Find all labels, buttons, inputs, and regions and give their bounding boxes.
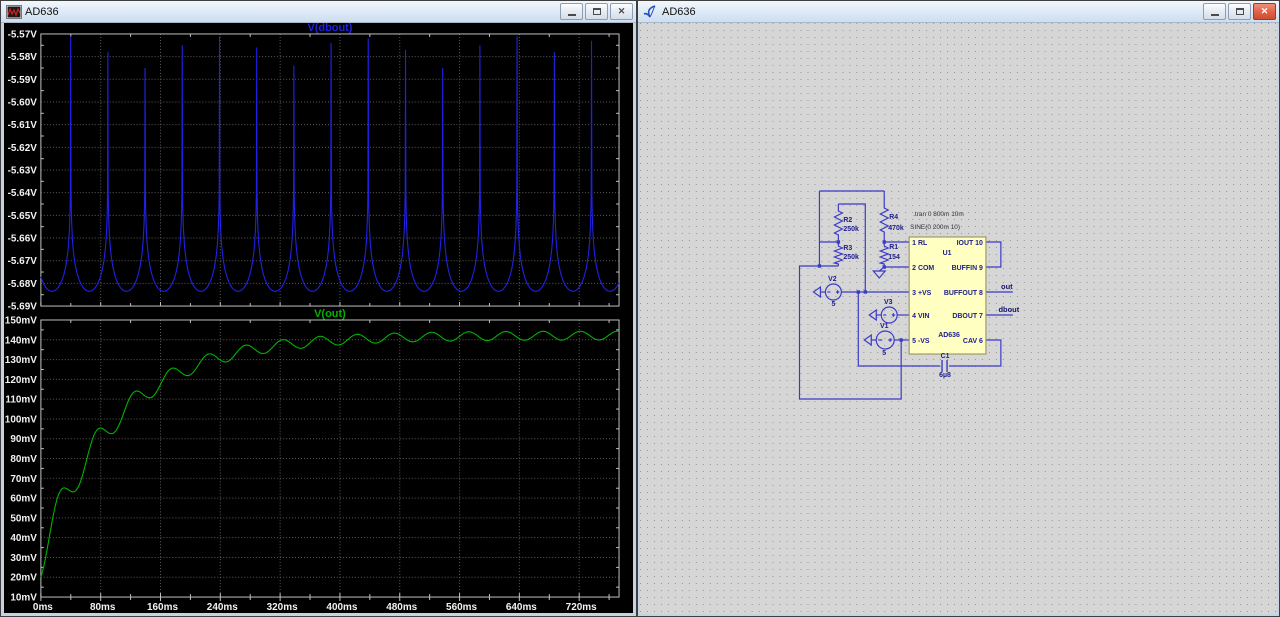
svg-text:-5.63V: -5.63V bbox=[8, 165, 38, 176]
pin-10-iout: IOUT 10 bbox=[957, 240, 983, 247]
svg-text:40mV: 40mV bbox=[10, 533, 37, 544]
svg-text:80ms: 80ms bbox=[90, 602, 116, 613]
close-button[interactable]: ✕ bbox=[610, 3, 633, 20]
svg-text:100mV: 100mV bbox=[5, 414, 37, 425]
gridlines bbox=[40, 33, 620, 307]
svg-text:-5.67V: -5.67V bbox=[8, 256, 38, 267]
minimize-button[interactable] bbox=[560, 3, 583, 20]
r4-value: 470k bbox=[888, 225, 904, 232]
svg-text:400ms: 400ms bbox=[326, 602, 357, 613]
svg-text:140mV: 140mV bbox=[5, 335, 37, 346]
waveform-window-titlebar[interactable]: AD636 ✕ bbox=[1, 1, 636, 23]
minimize-button[interactable] bbox=[1203, 3, 1226, 20]
svg-text:110mV: 110mV bbox=[5, 395, 37, 406]
svg-text:160ms: 160ms bbox=[147, 602, 178, 613]
trace-vdbout bbox=[40, 36, 620, 292]
r3-value: 250k bbox=[843, 254, 859, 261]
waveform-canvas[interactable]: -5.57V -5.58V -5.59V -5.60V -5.61V -5.62V -5.6… bbox=[4, 23, 633, 613]
pane-title: V(out) bbox=[314, 308, 346, 320]
pin-9-buffin: BUFFIN 9 bbox=[952, 265, 983, 272]
pin-1-rl: 1 RL bbox=[912, 240, 928, 247]
c1-ref: C1 bbox=[941, 353, 950, 360]
v2-ref: V2 bbox=[828, 276, 837, 283]
svg-text:-5.64V: -5.64V bbox=[8, 188, 38, 199]
r2-value: 250k bbox=[843, 226, 859, 233]
source-value-sine: SINE(0 200m 10) bbox=[910, 224, 960, 231]
v3-ref: V3 bbox=[884, 299, 893, 306]
spice-directive-tran: .tran 0 800m 10m bbox=[913, 211, 964, 218]
schematic-window: AD636 ✕ .tran 0 800m 10m SINE(0 200m 10)… bbox=[637, 0, 1280, 617]
svg-text:-5.65V: -5.65V bbox=[8, 211, 38, 222]
pin-8-buffout: BUFFOUT 8 bbox=[944, 290, 983, 297]
svg-text:-5.62V: -5.62V bbox=[8, 143, 38, 154]
waveform-window-title: AD636 bbox=[25, 5, 59, 18]
maximize-button[interactable] bbox=[1228, 3, 1251, 20]
svg-text:70mV: 70mV bbox=[10, 474, 37, 485]
trace-vout bbox=[40, 330, 620, 578]
axis-labels: -5.57V -5.58V -5.59V -5.60V -5.61V -5.62V -5.6… bbox=[8, 29, 38, 312]
waveform-plot-area[interactable]: -5.57V -5.58V -5.59V -5.60V -5.61V -5.62V -5.6… bbox=[4, 23, 633, 613]
pane-title: V(dbout) bbox=[307, 23, 352, 34]
svg-text:90mV: 90mV bbox=[10, 434, 37, 445]
schematic-canvas[interactable]: .tran 0 800m 10m SINE(0 200m 10) R2 250k… bbox=[640, 23, 1277, 614]
svg-text:640ms: 640ms bbox=[506, 602, 537, 613]
plot-pane-vout[interactable]: 150mV 140mV 130mV 120mV 110mV 100mV 90mV 80mV 70… bbox=[5, 308, 620, 613]
ltspice-workspace: AD636 ✕ -5.57V -5.58V -5.59V -5.60V -5.61V -5… bbox=[0, 0, 1280, 617]
r4-ref: R4 bbox=[889, 214, 898, 221]
pin-3-vs-plus: 3 +VS bbox=[912, 290, 931, 297]
pin-4-vin: 4 VIN bbox=[912, 313, 929, 320]
pin-6-cav: CAV 6 bbox=[963, 338, 983, 345]
net-label-out: out bbox=[1001, 282, 1013, 291]
v2-value: 5 bbox=[831, 301, 835, 308]
svg-text:60mV: 60mV bbox=[10, 494, 37, 505]
svg-text:-5.69V: -5.69V bbox=[8, 302, 38, 313]
r1-value: 154 bbox=[888, 254, 900, 261]
maximize-button[interactable] bbox=[585, 3, 608, 20]
c1-value: 6µ8 bbox=[939, 372, 951, 379]
schematic-edit-area[interactable]: .tran 0 800m 10m SINE(0 200m 10) R2 250k… bbox=[640, 23, 1277, 614]
svg-text:-5.59V: -5.59V bbox=[8, 75, 38, 86]
u1-part: AD636 bbox=[938, 332, 960, 339]
svg-text:-5.58V: -5.58V bbox=[8, 52, 38, 63]
svg-text:30mV: 30mV bbox=[10, 553, 37, 564]
schematic-doc-icon bbox=[643, 4, 659, 19]
schematic-window-title: AD636 bbox=[662, 5, 696, 18]
svg-text:0ms: 0ms bbox=[33, 602, 53, 613]
svg-text:-5.66V: -5.66V bbox=[8, 234, 38, 245]
svg-text:-5.61V: -5.61V bbox=[8, 120, 38, 131]
svg-text:150mV: 150mV bbox=[5, 315, 37, 326]
svg-text:480ms: 480ms bbox=[386, 602, 417, 613]
r1-ref: R1 bbox=[889, 244, 898, 251]
u1-ref: U1 bbox=[943, 250, 952, 257]
waveform-doc-icon bbox=[6, 4, 22, 19]
svg-text:80mV: 80mV bbox=[10, 454, 37, 465]
axis-labels: 150mV 140mV 130mV 120mV 110mV 100mV 90mV 80mV 70… bbox=[5, 315, 597, 613]
pin-5-vs-minus: 5 -VS bbox=[912, 338, 930, 345]
svg-text:-5.60V: -5.60V bbox=[8, 97, 38, 108]
svg-text:120mV: 120mV bbox=[5, 375, 37, 386]
svg-text:320ms: 320ms bbox=[267, 602, 298, 613]
v1-ref: V1 bbox=[880, 323, 889, 330]
svg-text:-5.68V: -5.68V bbox=[8, 279, 38, 290]
svg-text:50mV: 50mV bbox=[10, 513, 37, 524]
svg-text:240ms: 240ms bbox=[207, 602, 238, 613]
net-label-dbout: dbout bbox=[998, 305, 1019, 314]
r3-ref: R3 bbox=[843, 245, 852, 252]
svg-text:560ms: 560ms bbox=[446, 602, 477, 613]
v1-value: 5 bbox=[882, 350, 886, 357]
schematic-window-titlebar[interactable]: AD636 ✕ bbox=[638, 1, 1279, 23]
gridlines bbox=[40, 319, 620, 598]
svg-text:130mV: 130mV bbox=[5, 355, 37, 366]
close-button[interactable]: ✕ bbox=[1253, 3, 1276, 20]
r2-ref: R2 bbox=[843, 217, 852, 224]
plot-pane-vdbout[interactable]: -5.57V -5.58V -5.59V -5.60V -5.61V -5.62V -5.6… bbox=[8, 23, 620, 313]
pin-7-dbout: DBOUT 7 bbox=[952, 313, 983, 320]
waveform-window: AD636 ✕ -5.57V -5.58V -5.59V -5.60V -5.61V -5… bbox=[0, 0, 637, 617]
svg-text:20mV: 20mV bbox=[10, 573, 37, 584]
axis-ticks bbox=[40, 319, 620, 602]
pin-2-com: 2 COM bbox=[912, 265, 934, 272]
svg-text:720ms: 720ms bbox=[566, 602, 597, 613]
svg-text:-5.57V: -5.57V bbox=[8, 29, 38, 40]
